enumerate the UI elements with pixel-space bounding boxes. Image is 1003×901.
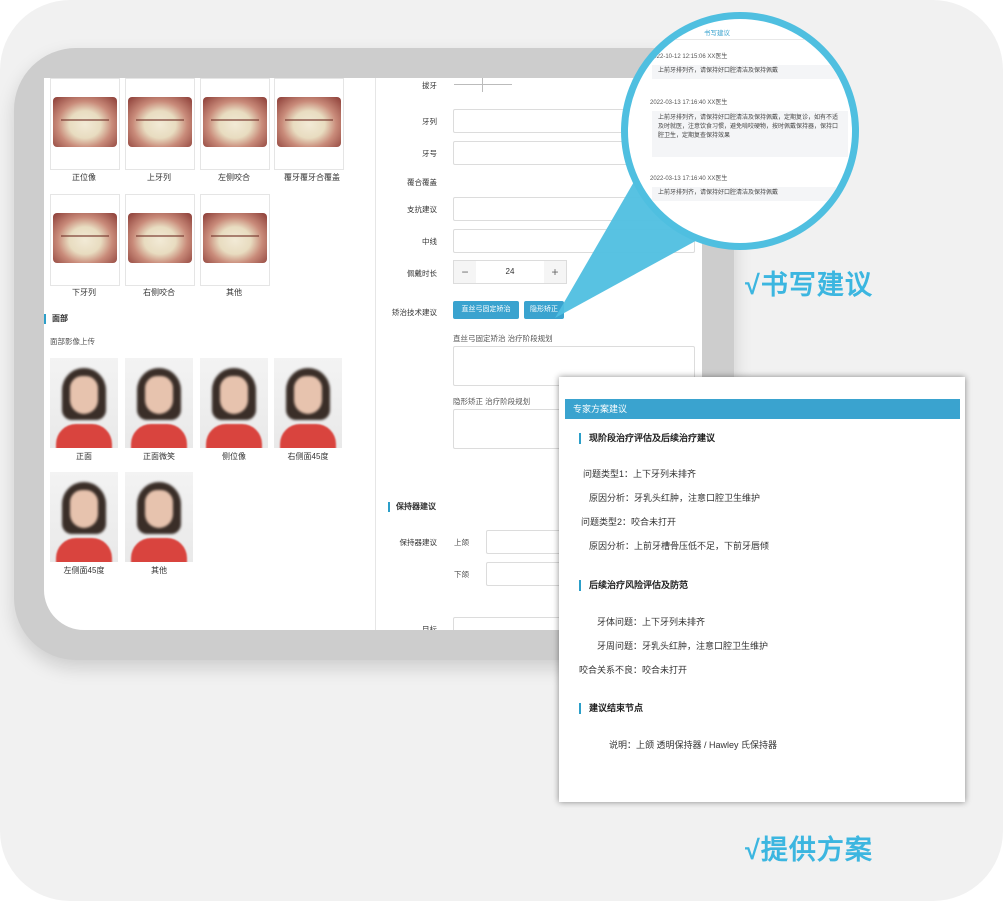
plan-line: 咬合关系不良：咬合未打开 (579, 665, 688, 675)
provide-plan-label: √提供方案 (745, 835, 873, 865)
comment-time: 2022-10-12 12:15:06 XX医生 (650, 54, 728, 60)
comment-time: 2022-03-13 17:16:40 XX医生 (650, 176, 728, 182)
plan-line: 说明：上颌 透明保持器 / Hawley 氏保持器 (609, 740, 778, 750)
section-risk-assessment: 后续治疗风险评估及防范 (579, 580, 688, 591)
plan-line: 问题类型2：咬合未打开 (581, 517, 677, 527)
comment-text: 上前牙排列齐，请保持好口腔清洁及保持佩戴 (652, 65, 848, 79)
zoom-magnifier: 书写建议 2022-10-12 12:15:06 XX医生 上前牙排列齐，请保持… (621, 12, 859, 250)
section-current-evaluation: 现阶段治疗评估及后续治疗建议 (579, 433, 715, 444)
expert-panel-header: 专家方案建议 (565, 399, 960, 419)
plan-line: 原因分析：牙乳头红肿，注意口腔卫生维护 (589, 493, 761, 503)
section-end-node: 建议结束节点 (579, 703, 643, 714)
plan-line: 牙周问题：牙乳头红肿，注意口腔卫生维护 (597, 641, 769, 651)
comment-time: 2022-03-13 17:16:40 XX医生 (650, 100, 728, 106)
tab-underline (628, 39, 852, 40)
plan-line: 原因分析：上前牙槽骨压低不足，下前牙唇倾 (589, 541, 770, 551)
comment-text: 上前牙排列齐，请保持好口腔清洁及保持佩戴，定期复诊，如有不适及时就医，注意饮食习… (652, 111, 848, 157)
comment-text: 上前牙排列齐，请保持好口腔清洁及保持佩戴 (652, 187, 848, 201)
write-suggestion-label: √书写建议 (745, 270, 873, 300)
expert-plan-panel: 专家方案建议 现阶段治疗评估及后续治疗建议 问题类型1：上下牙列未排齐 原因分析… (559, 377, 965, 802)
plan-line: 问题类型1：上下牙列未排齐 (583, 469, 697, 479)
plan-line: 牙体问题：上下牙列未排齐 (597, 617, 706, 627)
